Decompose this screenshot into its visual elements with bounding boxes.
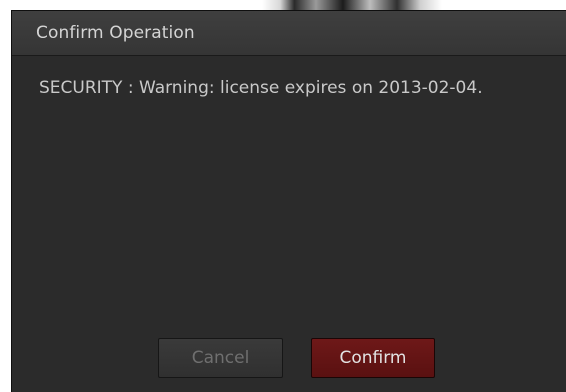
dialog-title: Confirm Operation bbox=[36, 23, 195, 43]
cancel-button[interactable]: Cancel bbox=[158, 338, 283, 378]
dialog-titlebar[interactable]: Confirm Operation bbox=[12, 11, 566, 56]
confirm-dialog: Confirm Operation SECURITY : Warning: li… bbox=[11, 10, 566, 392]
confirm-button[interactable]: Confirm bbox=[311, 338, 435, 378]
dialog-message: SECURITY : Warning: license expires on 2… bbox=[39, 78, 483, 98]
